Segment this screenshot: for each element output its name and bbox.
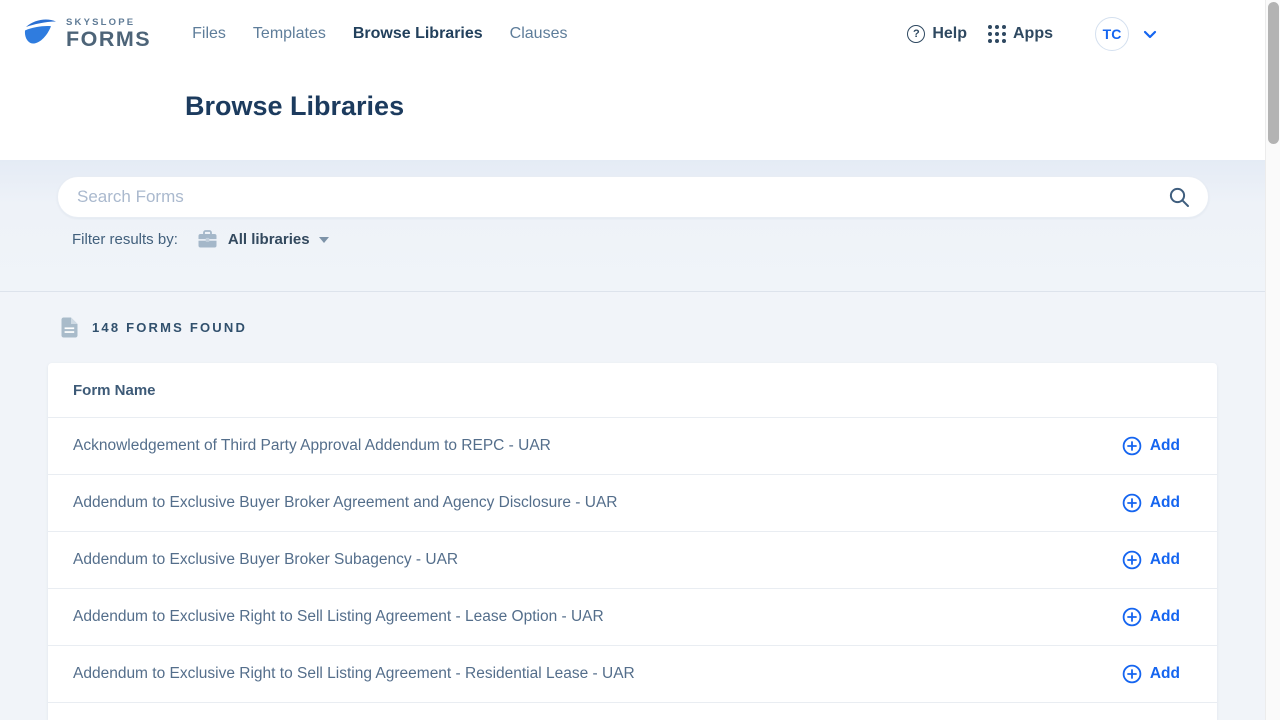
- help-icon: ?: [907, 25, 925, 43]
- plus-circle-icon: [1122, 607, 1142, 627]
- search-bar: [57, 176, 1209, 218]
- topbar-right: ? Help Apps TC: [907, 17, 1265, 51]
- avatar[interactable]: TC: [1095, 17, 1129, 51]
- nav-item-files[interactable]: Files: [192, 25, 226, 43]
- header: SKYSLOPE FORMS Files Templates Browse Li…: [0, 0, 1265, 160]
- plus-circle-icon: [1122, 493, 1142, 513]
- add-form-button[interactable]: Add: [1122, 550, 1180, 570]
- plus-circle-icon: [1122, 664, 1142, 684]
- table-row[interactable]: Addendum to Exclusive Buyer Broker Subag…: [48, 531, 1217, 588]
- table-row[interactable]: Addendum to Exclusive Right to Sell List…: [48, 645, 1217, 702]
- logo-text: SKYSLOPE FORMS: [66, 18, 151, 50]
- help-label: Help: [932, 25, 967, 43]
- add-label: Add: [1150, 494, 1180, 512]
- table-row-partial: [48, 702, 1217, 717]
- results-header: 148 FORMS FOUND: [61, 317, 247, 338]
- account-menu-toggle[interactable]: [1143, 30, 1157, 39]
- main-nav: Files Templates Browse Libraries Clauses: [192, 25, 567, 43]
- plus-circle-icon: [1122, 436, 1142, 456]
- table-row[interactable]: Addendum to Exclusive Right to Sell List…: [48, 588, 1217, 645]
- filter-label: Filter results by:: [72, 231, 178, 248]
- add-form-button[interactable]: Add: [1122, 436, 1180, 456]
- form-name: Addendum to Exclusive Right to Sell List…: [73, 665, 1122, 683]
- search-submit-button[interactable]: [1160, 186, 1208, 209]
- table-row[interactable]: Acknowledgement of Third Party Approval …: [48, 417, 1217, 474]
- apps-button[interactable]: Apps: [988, 25, 1053, 43]
- add-form-button[interactable]: Add: [1122, 664, 1180, 684]
- form-name: Acknowledgement of Third Party Approval …: [73, 437, 1122, 455]
- top-navigation-bar: SKYSLOPE FORMS Files Templates Browse Li…: [0, 0, 1265, 68]
- add-form-button[interactable]: Add: [1122, 607, 1180, 627]
- vertical-scrollbar[interactable]: [1265, 0, 1280, 720]
- filter-row: Filter results by: All libraries: [72, 230, 329, 249]
- document-icon: [61, 317, 78, 338]
- column-form-name: Form Name: [73, 382, 156, 399]
- forms-table: Form Name Acknowledgement of Third Party…: [48, 363, 1217, 720]
- form-name: Addendum to Exclusive Right to Sell List…: [73, 608, 1122, 626]
- help-button[interactable]: ? Help: [907, 25, 967, 43]
- add-label: Add: [1150, 665, 1180, 683]
- table-row[interactable]: Addendum to Exclusive Buyer Broker Agree…: [48, 474, 1217, 531]
- nav-item-templates[interactable]: Templates: [253, 25, 326, 43]
- page-title: Browse Libraries: [185, 91, 404, 122]
- results-count: 148 FORMS FOUND: [92, 320, 247, 335]
- caret-down-icon: [319, 237, 329, 243]
- table-header: Form Name: [48, 363, 1217, 417]
- add-form-button[interactable]: Add: [1122, 493, 1180, 513]
- library-filter-value: All libraries: [228, 231, 310, 248]
- apps-label: Apps: [1013, 25, 1053, 43]
- search-filter-section: Filter results by: All libraries: [0, 160, 1265, 292]
- apps-grid-icon: [988, 25, 1006, 43]
- add-label: Add: [1150, 608, 1180, 626]
- plus-circle-icon: [1122, 550, 1142, 570]
- form-name: Addendum to Exclusive Buyer Broker Subag…: [73, 551, 1122, 569]
- skyslope-forms-logo[interactable]: SKYSLOPE FORMS: [22, 15, 151, 53]
- add-label: Add: [1150, 437, 1180, 455]
- scrollbar-thumb[interactable]: [1268, 2, 1279, 144]
- search-input[interactable]: [58, 177, 1160, 217]
- briefcase-icon: [197, 230, 218, 249]
- nav-item-browse-libraries[interactable]: Browse Libraries: [353, 25, 483, 43]
- add-label: Add: [1150, 551, 1180, 569]
- skyslope-swoosh-icon: [22, 17, 60, 53]
- app-window: SKYSLOPE FORMS Files Templates Browse Li…: [0, 0, 1265, 720]
- search-icon: [1168, 186, 1191, 209]
- chevron-down-icon: [1143, 30, 1157, 39]
- library-filter-dropdown[interactable]: All libraries: [197, 230, 329, 249]
- form-name: Addendum to Exclusive Buyer Broker Agree…: [73, 494, 1122, 512]
- nav-item-clauses[interactable]: Clauses: [510, 25, 568, 43]
- logo-forms-label: FORMS: [66, 29, 151, 51]
